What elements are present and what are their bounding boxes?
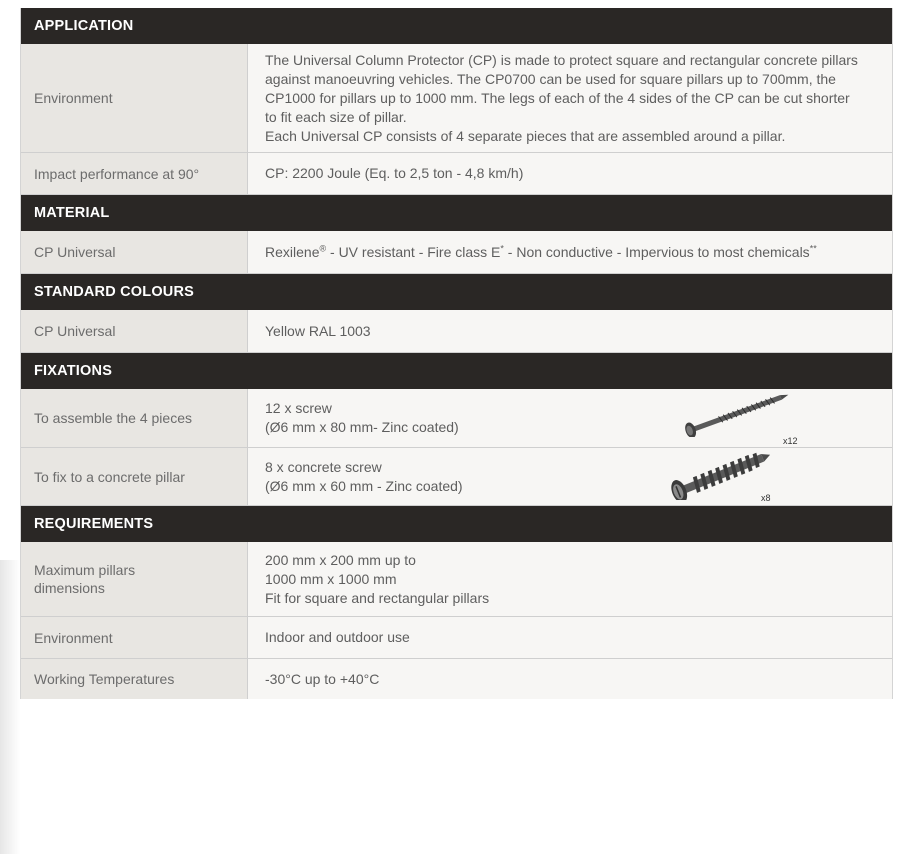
text-line: to fit each size of pillar.	[265, 108, 407, 125]
text-line: 8 x concrete screw	[265, 458, 382, 475]
text-line: Each Universal CP consists of 4 separate…	[265, 127, 786, 144]
row-requirements-dimensions: Maximum pillars dimensions 200 mm x 200 …	[21, 542, 892, 617]
row-value: The Universal Column Protector (CP) is m…	[248, 44, 892, 152]
material-props-2: - Non conductive - Impervious to most ch…	[503, 243, 810, 260]
section-material: MATERIAL	[21, 195, 892, 231]
row-value: Rexilene® - UV resistant - Fire class E*…	[248, 231, 892, 273]
text-line: 1000 mm x 1000 mm	[265, 570, 397, 587]
row-value: Yellow RAL 1003	[248, 310, 892, 352]
screw-icon	[685, 394, 789, 437]
text-line: (Ø6 mm x 80 mm- Zinc coated)	[265, 419, 459, 435]
material-name: Rexilene	[265, 243, 320, 260]
text-line: (Ø6 mm x 60 mm - Zinc coated)	[265, 477, 463, 494]
row-label: Environment	[21, 617, 248, 658]
section-standard-colours: STANDARD COLOURS	[21, 274, 892, 310]
section-application: APPLICATION	[21, 8, 892, 44]
row-label: Maximum pillars dimensions	[21, 542, 248, 616]
row-application-environment: Environment The Universal Column Protect…	[21, 44, 892, 153]
row-requirements-temperatures: Working Temperatures -30°C up to +40°C	[21, 659, 892, 699]
section-fixations: FIXATIONS	[21, 353, 892, 389]
quantity-label: x8	[761, 493, 771, 503]
row-requirements-environment: Environment Indoor and outdoor use	[21, 617, 892, 659]
label-line: Maximum pillars	[34, 562, 136, 578]
row-value: Indoor and outdoor use	[248, 617, 892, 658]
row-label: Impact performance at 90°	[21, 153, 248, 194]
row-label: To assemble the 4 pieces	[21, 389, 248, 447]
row-colour-cp-universal: CP Universal Yellow RAL 1003	[21, 310, 892, 353]
row-value: 200 mm x 200 mm up to 1000 mm x 1000 mm …	[248, 542, 892, 616]
spec-sheet: APPLICATION Environment The Universal Co…	[20, 8, 893, 699]
row-value: -30°C up to +40°C	[248, 659, 892, 699]
row-fixation-concrete: To fix to a concrete pillar 8 x concrete…	[21, 448, 892, 506]
row-material-cp-universal: CP Universal Rexilene® - UV resistant - …	[21, 231, 892, 274]
row-label: Working Temperatures	[21, 659, 248, 699]
background-shade	[0, 560, 20, 854]
row-value: 8 x concrete screw (Ø6 mm x 60 mm - Zinc…	[248, 448, 892, 505]
text-line: CP1000 for pillars up to 1000 mm. The le…	[265, 89, 850, 106]
text-line: 12 x screw	[265, 400, 332, 416]
text-line: 200 mm x 200 mm up to	[265, 551, 416, 568]
row-label: CP Universal	[21, 231, 248, 273]
row-impact-performance: Impact performance at 90° CP: 2200 Joule…	[21, 153, 892, 195]
row-label: CP Universal	[21, 310, 248, 352]
row-fixation-assemble: To assemble the 4 pieces 12 x screw (Ø6 …	[21, 389, 892, 448]
label-line: dimensions	[34, 580, 105, 596]
row-label: Environment	[21, 44, 248, 152]
text-line: Fit for square and rectangular pillars	[265, 589, 490, 606]
text-line: against manoeuvring vehicles. The CP0700…	[265, 70, 836, 87]
section-requirements: REQUIREMENTS	[21, 506, 892, 542]
row-value: CP: 2200 Joule (Eq. to 2,5 ton - 4,8 km/…	[248, 153, 892, 194]
row-value: 12 x screw (Ø6 mm x 80 mm- Zinc coated)	[248, 389, 892, 447]
material-props-1: - UV resistant - Fire class E	[326, 243, 501, 260]
row-label: To fix to a concrete pillar	[21, 448, 248, 505]
text-line: The Universal Column Protector (CP) is m…	[265, 51, 858, 68]
footnote-mark: **	[809, 242, 817, 253]
